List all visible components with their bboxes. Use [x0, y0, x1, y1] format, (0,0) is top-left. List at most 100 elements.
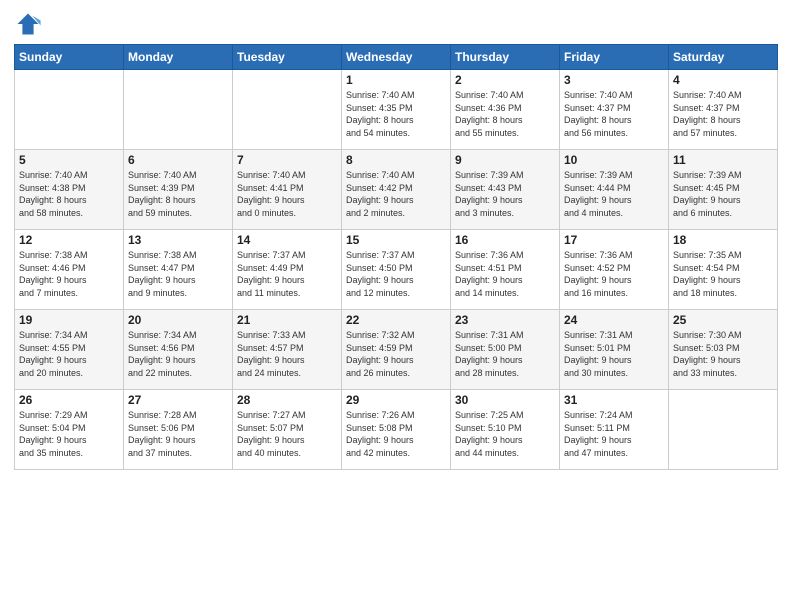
- calendar-cell: [233, 70, 342, 150]
- day-number: 10: [564, 153, 664, 167]
- day-number: 23: [455, 313, 555, 327]
- day-info: Sunrise: 7:40 AMSunset: 4:35 PMDaylight:…: [346, 89, 446, 139]
- day-info: Sunrise: 7:38 AMSunset: 4:46 PMDaylight:…: [19, 249, 119, 299]
- calendar-cell: [124, 70, 233, 150]
- day-info: Sunrise: 7:31 AMSunset: 5:01 PMDaylight:…: [564, 329, 664, 379]
- weekday-row: SundayMondayTuesdayWednesdayThursdayFrid…: [15, 45, 778, 70]
- day-info: Sunrise: 7:37 AMSunset: 4:49 PMDaylight:…: [237, 249, 337, 299]
- calendar-cell: [15, 70, 124, 150]
- calendar-cell: 29Sunrise: 7:26 AMSunset: 5:08 PMDayligh…: [342, 390, 451, 470]
- calendar-cell: 3 Sunrise: 7:40 AMSunset: 4:37 PMDaylight…: [560, 70, 669, 150]
- page-container: SundayMondayTuesdayWednesdayThursdayFrid…: [0, 0, 792, 612]
- day-info: Sunrise: 7:29 AMSunset: 5:04 PMDaylight:…: [19, 409, 119, 459]
- day-info: Sunrise: 7:25 AMSunset: 5:10 PMDaylight:…: [455, 409, 555, 459]
- day-number: 5: [19, 153, 119, 167]
- calendar-cell: 14 Sunrise: 7:37 AMSunset: 4:49 PMDayligh…: [233, 230, 342, 310]
- calendar-cell: 8 Sunrise: 7:40 AMSunset: 4:42 PMDaylight…: [342, 150, 451, 230]
- weekday-header: Thursday: [451, 45, 560, 70]
- calendar-cell: 1Sunrise: 7:40 AMSunset: 4:35 PMDaylight…: [342, 70, 451, 150]
- day-info: Sunrise: 7:40 AMSunset: 4:39 PMDaylight:…: [128, 169, 228, 219]
- weekday-header: Tuesday: [233, 45, 342, 70]
- day-info: Sunrise: 7:36 AMSunset: 4:52 PMDaylight:…: [564, 249, 664, 299]
- weekday-header: Friday: [560, 45, 669, 70]
- calendar-cell: 13 Sunrise: 7:38 AMSunset: 4:47 PMDayligh…: [124, 230, 233, 310]
- day-number: 12: [19, 233, 119, 247]
- day-info: Sunrise: 7:39 AMSunset: 4:45 PMDaylight:…: [673, 169, 773, 219]
- day-number: 2: [455, 73, 555, 87]
- day-number: 25: [673, 313, 773, 327]
- calendar-week-row: 19 Sunrise: 7:34 AMSunset: 4:55 PMDayligh…: [15, 310, 778, 390]
- calendar-cell: 15Sunrise: 7:37 AMSunset: 4:50 PMDayligh…: [342, 230, 451, 310]
- weekday-header: Wednesday: [342, 45, 451, 70]
- day-info: Sunrise: 7:40 AMSunset: 4:41 PMDaylight:…: [237, 169, 337, 219]
- day-number: 14: [237, 233, 337, 247]
- day-info: Sunrise: 7:36 AMSunset: 4:51 PMDaylight:…: [455, 249, 555, 299]
- calendar-cell: 9Sunrise: 7:39 AMSunset: 4:43 PMDaylight…: [451, 150, 560, 230]
- day-number: 24: [564, 313, 664, 327]
- day-number: 27: [128, 393, 228, 407]
- day-number: 7: [237, 153, 337, 167]
- day-number: 20: [128, 313, 228, 327]
- day-number: 3: [564, 73, 664, 87]
- day-info: Sunrise: 7:33 AMSunset: 4:57 PMDaylight:…: [237, 329, 337, 379]
- calendar-cell: 27 Sunrise: 7:28 AMSunset: 5:06 PMDayligh…: [124, 390, 233, 470]
- day-number: 15: [346, 233, 446, 247]
- calendar-cell: 12 Sunrise: 7:38 AMSunset: 4:46 PMDayligh…: [15, 230, 124, 310]
- calendar-cell: 16 Sunrise: 7:36 AMSunset: 4:51 PMDayligh…: [451, 230, 560, 310]
- calendar-cell: 28Sunrise: 7:27 AMSunset: 5:07 PMDayligh…: [233, 390, 342, 470]
- calendar-cell: 21 Sunrise: 7:33 AMSunset: 4:57 PMDayligh…: [233, 310, 342, 390]
- day-info: Sunrise: 7:40 AMSunset: 4:42 PMDaylight:…: [346, 169, 446, 219]
- day-info: Sunrise: 7:40 AMSunset: 4:37 PMDaylight:…: [564, 89, 664, 139]
- calendar-week-row: 5Sunrise: 7:40 AMSunset: 4:38 PMDaylight…: [15, 150, 778, 230]
- weekday-header: Saturday: [669, 45, 778, 70]
- day-info: Sunrise: 7:34 AMSunset: 4:56 PMDaylight:…: [128, 329, 228, 379]
- calendar-cell: [669, 390, 778, 470]
- page-header: [14, 10, 778, 38]
- calendar-body: 1Sunrise: 7:40 AMSunset: 4:35 PMDaylight…: [15, 70, 778, 470]
- calendar-week-row: 26 Sunrise: 7:29 AMSunset: 5:04 PMDayligh…: [15, 390, 778, 470]
- calendar-cell: 7 Sunrise: 7:40 AMSunset: 4:41 PMDaylight…: [233, 150, 342, 230]
- calendar-cell: 19 Sunrise: 7:34 AMSunset: 4:55 PMDayligh…: [15, 310, 124, 390]
- weekday-header: Sunday: [15, 45, 124, 70]
- calendar-cell: 11Sunrise: 7:39 AMSunset: 4:45 PMDayligh…: [669, 150, 778, 230]
- calendar-cell: 4 Sunrise: 7:40 AMSunset: 4:37 PMDaylight…: [669, 70, 778, 150]
- day-number: 26: [19, 393, 119, 407]
- calendar-cell: 23 Sunrise: 7:31 AMSunset: 5:00 PMDayligh…: [451, 310, 560, 390]
- day-number: 6: [128, 153, 228, 167]
- day-number: 29: [346, 393, 446, 407]
- day-info: Sunrise: 7:40 AMSunset: 4:37 PMDaylight:…: [673, 89, 773, 139]
- calendar-table: SundayMondayTuesdayWednesdayThursdayFrid…: [14, 44, 778, 470]
- day-number: 4: [673, 73, 773, 87]
- calendar-cell: 17 Sunrise: 7:36 AMSunset: 4:52 PMDayligh…: [560, 230, 669, 310]
- logo-icon: [14, 10, 42, 38]
- weekday-header: Monday: [124, 45, 233, 70]
- day-info: Sunrise: 7:31 AMSunset: 5:00 PMDaylight:…: [455, 329, 555, 379]
- day-info: Sunrise: 7:39 AMSunset: 4:44 PMDaylight:…: [564, 169, 664, 219]
- day-number: 31: [564, 393, 664, 407]
- day-info: Sunrise: 7:40 AMSunset: 4:36 PMDaylight:…: [455, 89, 555, 139]
- calendar-cell: 20 Sunrise: 7:34 AMSunset: 4:56 PMDayligh…: [124, 310, 233, 390]
- day-number: 16: [455, 233, 555, 247]
- calendar-week-row: 1Sunrise: 7:40 AMSunset: 4:35 PMDaylight…: [15, 70, 778, 150]
- day-number: 19: [19, 313, 119, 327]
- calendar-cell: 31 Sunrise: 7:24 AMSunset: 5:11 PMDayligh…: [560, 390, 669, 470]
- calendar-cell: 26 Sunrise: 7:29 AMSunset: 5:04 PMDayligh…: [15, 390, 124, 470]
- calendar-cell: 2 Sunrise: 7:40 AMSunset: 4:36 PMDaylight…: [451, 70, 560, 150]
- day-info: Sunrise: 7:38 AMSunset: 4:47 PMDaylight:…: [128, 249, 228, 299]
- calendar-cell: 18Sunrise: 7:35 AMSunset: 4:54 PMDayligh…: [669, 230, 778, 310]
- day-info: Sunrise: 7:32 AMSunset: 4:59 PMDaylight:…: [346, 329, 446, 379]
- day-number: 8: [346, 153, 446, 167]
- day-info: Sunrise: 7:30 AMSunset: 5:03 PMDaylight:…: [673, 329, 773, 379]
- day-number: 17: [564, 233, 664, 247]
- day-info: Sunrise: 7:24 AMSunset: 5:11 PMDaylight:…: [564, 409, 664, 459]
- day-number: 18: [673, 233, 773, 247]
- calendar-cell: 10 Sunrise: 7:39 AMSunset: 4:44 PMDayligh…: [560, 150, 669, 230]
- calendar-header: SundayMondayTuesdayWednesdayThursdayFrid…: [15, 45, 778, 70]
- day-number: 9: [455, 153, 555, 167]
- day-number: 21: [237, 313, 337, 327]
- day-info: Sunrise: 7:28 AMSunset: 5:06 PMDaylight:…: [128, 409, 228, 459]
- day-number: 13: [128, 233, 228, 247]
- day-number: 22: [346, 313, 446, 327]
- day-info: Sunrise: 7:34 AMSunset: 4:55 PMDaylight:…: [19, 329, 119, 379]
- calendar-cell: 6 Sunrise: 7:40 AMSunset: 4:39 PMDaylight…: [124, 150, 233, 230]
